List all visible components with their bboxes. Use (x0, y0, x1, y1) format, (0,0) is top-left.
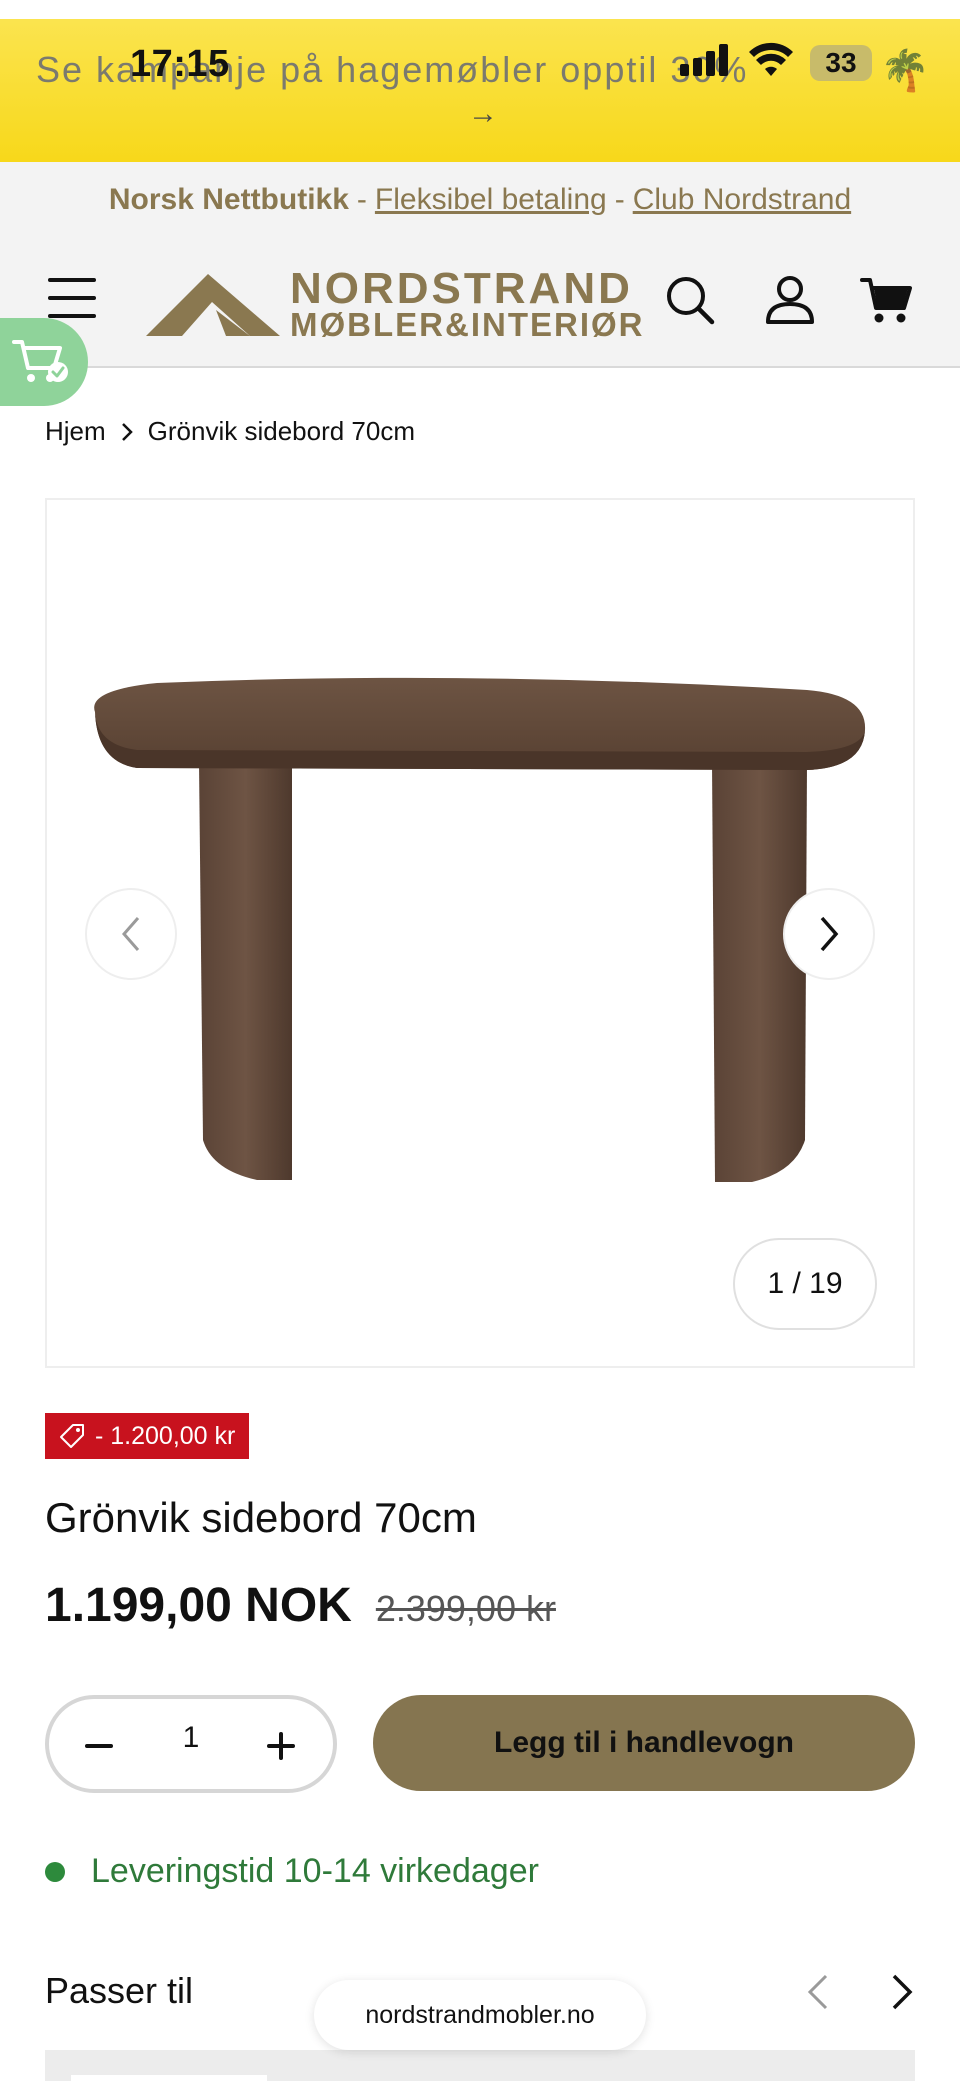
account-icon[interactable] (762, 272, 818, 328)
related-next-icon[interactable] (884, 1972, 920, 2012)
related-product-card[interactable] (71, 2075, 267, 2081)
price-tag-icon (60, 1424, 84, 1448)
signal-icon (680, 42, 732, 76)
browser-url-pill[interactable]: nordstrandmobler.no (314, 1980, 646, 2050)
chevron-right-icon (121, 422, 133, 441)
palm-tree-icon: 🌴 (880, 49, 930, 93)
related-title: Passer til (45, 1970, 194, 2011)
quantity-value[interactable]: 1 (149, 1721, 233, 1755)
status-dot-icon (45, 1861, 65, 1882)
battery-icon: 33 (810, 45, 872, 81)
price-row: 1.199,00 NOK 2.399,00 kr (45, 1578, 556, 1633)
promo-banner[interactable]: Se kampanje på hagemøbler opptil 30% 🌴 →… (0, 19, 960, 162)
gallery-counter: 1 / 19 (733, 1238, 877, 1330)
breadcrumb-current: Grönvik sidebord 70cm (147, 416, 416, 446)
info-separator: - (614, 183, 625, 216)
cart-icon[interactable] (858, 272, 914, 328)
info-separator: - (356, 183, 367, 216)
link-fleksibel-betaling[interactable]: Fleksibel betaling (375, 183, 607, 217)
breadcrumb: Hjem Grönvik sidebord 70cm (45, 416, 415, 447)
gallery-prev-button[interactable] (85, 888, 177, 980)
related-products-strip[interactable] (45, 2050, 915, 2081)
chevron-right-icon (820, 916, 839, 952)
info-norsk: Norsk Nettbutikk (108, 183, 349, 216)
status-time: 17:15 (130, 43, 230, 85)
breadcrumb-home[interactable]: Hjem (45, 416, 106, 447)
minus-icon[interactable] (79, 1726, 119, 1766)
plus-icon[interactable] (261, 1726, 301, 1766)
original-price: 2.399,00 kr (375, 1588, 556, 1629)
add-to-cart-button[interactable]: Legg til i handlevogn (373, 1695, 915, 1791)
logo-mark-icon (146, 274, 280, 336)
delivery-text: Leveringstid 10-14 virkedager (91, 1852, 539, 1890)
search-icon[interactable] (662, 272, 718, 328)
product-title: Grönvik sidebord 70cm (45, 1494, 477, 1541)
related-prev-icon[interactable] (800, 1972, 836, 2012)
info-bar: Norsk Nettbutikk - Fleksibel betaling - … (0, 162, 960, 238)
site-logo[interactable]: NORDSTRAND MØBLER&INTERIØR (146, 264, 645, 343)
quantity-stepper: 1 (45, 1695, 337, 1793)
chevron-left-icon (122, 917, 140, 951)
promo-arrow-icon[interactable]: → (468, 97, 498, 131)
menu-icon[interactable] (48, 278, 96, 318)
logo-text-mobler: MØBLER&INTERIØR (290, 306, 645, 343)
floating-cart-button[interactable] (0, 318, 88, 406)
discount-badge: - 1.200,00 kr (45, 1413, 250, 1459)
wifi-icon (749, 42, 793, 76)
top-edge (0, 0, 960, 19)
delivery-info: Leveringstid 10-14 virkedager (45, 1852, 539, 1891)
site-header: NORDSTRAND MØBLER&INTERIØR (0, 238, 960, 368)
discount-amount: - 1.200,00 kr (95, 1421, 236, 1450)
current-price: 1.199,00 NOK (45, 1579, 352, 1632)
link-club-nordstrand[interactable]: Club Nordstrand (633, 183, 851, 217)
gallery-next-button[interactable] (783, 888, 875, 980)
product-gallery[interactable]: 1 / 19 (45, 498, 915, 1368)
cart-check-icon (12, 340, 68, 382)
